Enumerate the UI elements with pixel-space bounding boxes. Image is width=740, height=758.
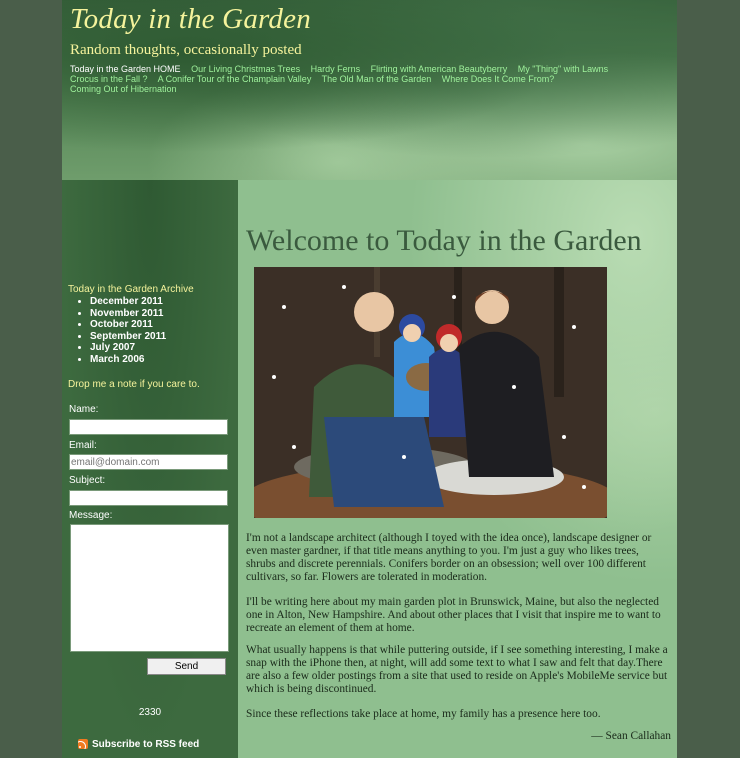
email-field[interactable] <box>69 454 228 470</box>
archive-link[interactable]: December 2011 <box>90 296 163 307</box>
main-content: Welcome to Today in the Garden I'm not a… <box>238 180 677 758</box>
name-label: Name: <box>69 404 99 415</box>
archive-item: March 2006 <box>90 354 166 366</box>
header-banner: Today in the Garden Random thoughts, occ… <box>62 0 677 180</box>
nav-link-where-from[interactable]: Where Does It Come From? <box>442 74 555 84</box>
nav-link-old-man[interactable]: The Old Man of the Garden <box>322 74 432 84</box>
archive-link[interactable]: September 2011 <box>90 331 166 342</box>
page-title: Welcome to Today in the Garden <box>246 224 642 257</box>
archive-title: Today in the Garden Archive <box>68 284 194 295</box>
name-field[interactable] <box>69 419 228 435</box>
archive-link[interactable]: October 2011 <box>90 319 153 330</box>
email-label: Email: <box>69 440 97 451</box>
subject-field[interactable] <box>69 490 228 506</box>
intro-paragraph-1: I'm not a landscape architect (although … <box>246 532 652 583</box>
rss-subscribe-link[interactable]: Subscribe to RSS feed <box>78 739 199 750</box>
nav-link-beautyberry[interactable]: Flirting with American Beautyberry <box>371 64 508 74</box>
nav-link-lawns[interactable]: My "Thing" with Lawns <box>518 64 608 74</box>
visit-counter: 2330 <box>138 707 162 718</box>
nav-link-hardy-ferns[interactable]: Hardy Ferns <box>311 64 361 74</box>
archive-link[interactable]: November 2011 <box>90 308 163 319</box>
nav-link-crocus[interactable]: Crocus in the Fall ? <box>70 74 148 84</box>
archive-link[interactable]: July 2007 <box>90 342 135 353</box>
rss-icon <box>78 739 88 750</box>
family-photo <box>254 267 607 518</box>
archive-list: December 2011 November 2011 October 2011… <box>72 296 166 365</box>
sidebar: Today in the Garden Archive December 201… <box>62 180 238 758</box>
contact-note: Drop me a note if you care to. <box>68 379 200 390</box>
family-photo-illustration <box>254 267 607 518</box>
subject-label: Subject: <box>69 475 106 486</box>
intro-paragraph-2: I'll be writing here about my main garde… <box>246 596 661 634</box>
archive-item: September 2011 <box>90 331 166 343</box>
archive-item: October 2011 <box>90 319 166 331</box>
archive-link[interactable]: March 2006 <box>90 354 144 365</box>
message-field[interactable] <box>70 524 229 652</box>
author-signature: — Sean Callahan <box>591 730 671 742</box>
nav-link-christmas-trees[interactable]: Our Living Christmas Trees <box>191 64 300 74</box>
send-button[interactable]: Send <box>147 658 226 675</box>
nav-link-conifer-tour[interactable]: A Conifer Tour of the Champlain Valley <box>158 74 312 84</box>
site-title[interactable]: Today in the Garden <box>70 3 311 36</box>
archive-item: December 2011 <box>90 296 166 308</box>
page: Today in the Garden Random thoughts, occ… <box>62 0 677 758</box>
message-label: Message: <box>69 510 113 521</box>
site-tagline: Random thoughts, occasionally posted <box>70 42 302 58</box>
intro-paragraph-3: What usually happens is that while putte… <box>246 644 668 695</box>
rss-label: Subscribe to RSS feed <box>92 739 200 750</box>
top-nav: Today in the Garden HOME Our Living Chri… <box>70 64 660 94</box>
archive-item: July 2007 <box>90 342 166 354</box>
archive-item: November 2011 <box>90 308 166 320</box>
intro-paragraph-4: Since these reflections take place at ho… <box>246 708 601 720</box>
nav-link-hibernation[interactable]: Coming Out of Hibernation <box>70 84 177 94</box>
nav-link-home[interactable]: Today in the Garden HOME <box>70 64 181 74</box>
